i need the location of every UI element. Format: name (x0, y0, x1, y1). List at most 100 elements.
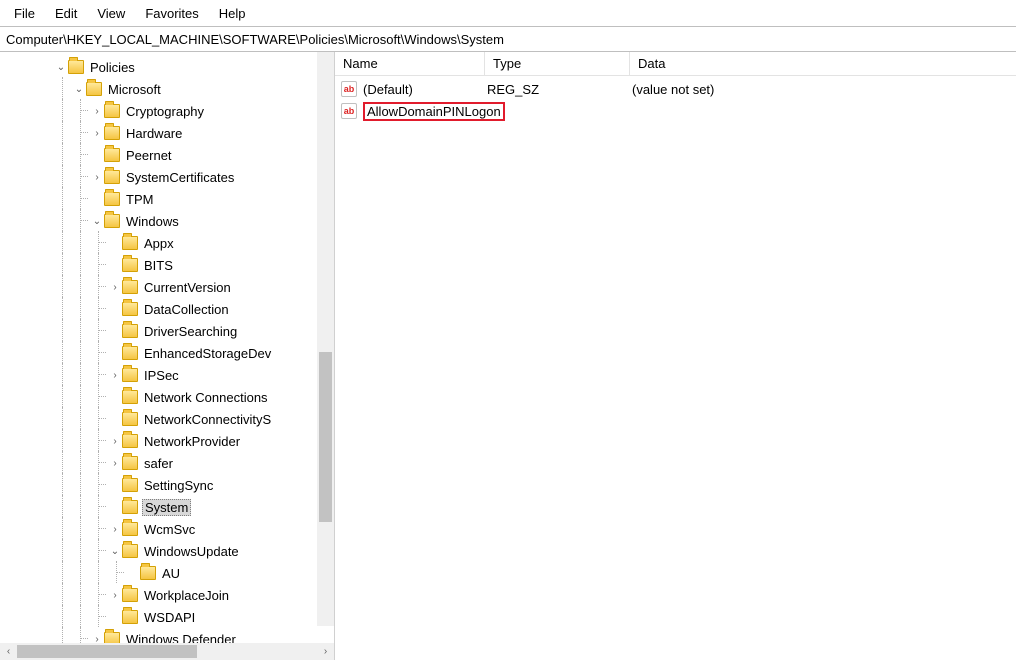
tree-item-microsoft[interactable]: ⌄ Microsoft (0, 78, 334, 100)
menu-edit[interactable]: Edit (47, 4, 85, 23)
folder-icon (122, 280, 138, 294)
chevron-right-icon[interactable]: › (108, 524, 122, 535)
tree-label: EnhancedStorageDev (142, 345, 273, 362)
chevron-right-icon[interactable]: › (108, 436, 122, 447)
tree-label: BITS (142, 257, 175, 274)
tree-item-windowsdefender[interactable]: › Windows Defender (0, 628, 334, 643)
chevron-down-icon[interactable]: ⌄ (90, 216, 104, 227)
menu-favorites[interactable]: Favorites (137, 4, 206, 23)
column-header-data[interactable]: Data (630, 52, 1016, 75)
column-header-name[interactable]: Name (335, 52, 485, 75)
menu-view[interactable]: View (89, 4, 133, 23)
tree-item-hardware[interactable]: › Hardware (0, 122, 334, 144)
chevron-right-icon[interactable]: › (90, 106, 104, 117)
string-value-icon (341, 81, 357, 97)
list-pane: Name Type Data (Default) REG_SZ (value n… (335, 52, 1016, 660)
chevron-down-icon[interactable]: ⌄ (108, 546, 122, 557)
list-item-default[interactable]: (Default) REG_SZ (value not set) (335, 78, 1016, 100)
menubar: File Edit View Favorites Help (0, 0, 1016, 26)
folder-icon (122, 522, 138, 536)
tree-item-appx[interactable]: · Appx (0, 232, 334, 254)
chevron-down-icon[interactable]: ⌄ (72, 84, 86, 95)
tree-item-safer[interactable]: › safer (0, 452, 334, 474)
chevron-right-icon[interactable]: › (108, 370, 122, 381)
tree-item-ipsec[interactable]: › IPSec (0, 364, 334, 386)
folder-icon (122, 434, 138, 448)
tree-item-windowsupdate[interactable]: ⌄ WindowsUpdate (0, 540, 334, 562)
list-body[interactable]: (Default) REG_SZ (value not set) AllowDo… (335, 76, 1016, 660)
tree-item-networkconnections[interactable]: · Network Connections (0, 386, 334, 408)
tree-label: TPM (124, 191, 155, 208)
tree-item-currentversion[interactable]: › CurrentVersion (0, 276, 334, 298)
folder-icon (122, 346, 138, 360)
tree-label: Windows Defender (124, 631, 238, 644)
menu-help[interactable]: Help (211, 4, 254, 23)
chevron-right-icon[interactable]: › (90, 172, 104, 183)
folder-icon (104, 214, 120, 228)
list-item-allowdomainpinlogon[interactable]: AllowDomainPINLogon (335, 100, 1016, 122)
tree-item-tpm[interactable]: · TPM (0, 188, 334, 210)
value-name: (Default) (361, 82, 485, 97)
folder-icon (104, 126, 120, 140)
tree-item-settingsync[interactable]: · SettingSync (0, 474, 334, 496)
tree-label: Network Connections (142, 389, 270, 406)
tree-item-peernet[interactable]: · Peernet (0, 144, 334, 166)
tree-label: WSDAPI (142, 609, 197, 626)
scrollbar-thumb[interactable] (17, 645, 197, 658)
tree-label: Policies (88, 59, 137, 76)
scrollbar-track[interactable] (17, 643, 317, 660)
tree-label: WindowsUpdate (142, 543, 241, 560)
tree-label: Appx (142, 235, 176, 252)
chevron-right-icon[interactable]: › (90, 634, 104, 644)
column-header-type[interactable]: Type (485, 52, 630, 75)
chevron-right-icon[interactable]: › (108, 282, 122, 293)
tree-item-networkprovider[interactable]: › NetworkProvider (0, 430, 334, 452)
scroll-left-icon[interactable]: ‹ (0, 643, 17, 660)
tree-item-driversearching[interactable]: · DriverSearching (0, 320, 334, 342)
tree-item-systemcertificates[interactable]: › SystemCertificates (0, 166, 334, 188)
tree-item-au[interactable]: · AU (0, 562, 334, 584)
tree-label: DataCollection (142, 301, 231, 318)
tree-item-networkconnectivitys[interactable]: · NetworkConnectivityS (0, 408, 334, 430)
folder-icon (104, 104, 120, 118)
tree-item-policies[interactable]: ⌄ Policies (0, 56, 334, 78)
tree-item-wcmsvc[interactable]: › WcmSvc (0, 518, 334, 540)
folder-icon (68, 60, 84, 74)
chevron-right-icon[interactable]: › (108, 590, 122, 601)
tree-item-cryptography[interactable]: › Cryptography (0, 100, 334, 122)
folder-icon (104, 192, 120, 206)
vertical-scrollbar[interactable] (317, 52, 334, 626)
folder-icon (122, 412, 138, 426)
chevron-right-icon[interactable]: › (90, 128, 104, 139)
tree-label: Microsoft (106, 81, 163, 98)
folder-icon (104, 148, 120, 162)
chevron-right-icon[interactable]: › (108, 458, 122, 469)
scrollbar-thumb[interactable] (319, 352, 332, 522)
list-header: Name Type Data (335, 52, 1016, 76)
horizontal-scrollbar[interactable]: ‹ › (0, 643, 334, 660)
tree-item-system[interactable]: · System (0, 496, 334, 518)
tree-label: SystemCertificates (124, 169, 236, 186)
tree-item-windows[interactable]: ⌄ Windows (0, 210, 334, 232)
tree-label: SettingSync (142, 477, 215, 494)
tree-view[interactable]: ⌄ Policies ⌄ Microsoft › Cryptography (0, 52, 334, 643)
tree-label: DriverSearching (142, 323, 239, 340)
tree-item-wsdapi[interactable]: · WSDAPI (0, 606, 334, 628)
tree-item-bits[interactable]: · BITS (0, 254, 334, 276)
tree-label: WcmSvc (142, 521, 197, 538)
folder-icon (122, 302, 138, 316)
folder-icon (122, 478, 138, 492)
chevron-down-icon[interactable]: ⌄ (54, 62, 68, 73)
menu-file[interactable]: File (6, 4, 43, 23)
folder-icon (140, 566, 156, 580)
tree-label: Hardware (124, 125, 184, 142)
tree-label: CurrentVersion (142, 279, 233, 296)
scroll-right-icon[interactable]: › (317, 643, 334, 660)
tree-item-datacollection[interactable]: · DataCollection (0, 298, 334, 320)
address-bar[interactable]: Computer\HKEY_LOCAL_MACHINE\SOFTWARE\Pol… (0, 26, 1016, 52)
folder-icon (122, 610, 138, 624)
tree-label: safer (142, 455, 175, 472)
tree-item-enhancedstoragedev[interactable]: · EnhancedStorageDev (0, 342, 334, 364)
folder-icon (122, 390, 138, 404)
tree-item-workplacejoin[interactable]: › WorkplaceJoin (0, 584, 334, 606)
